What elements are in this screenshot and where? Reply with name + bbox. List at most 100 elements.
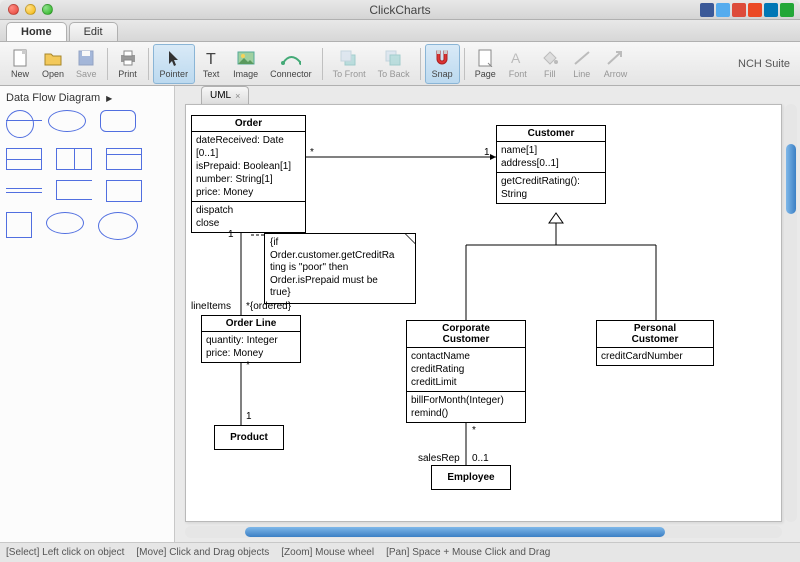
twitter-icon[interactable]	[716, 3, 730, 17]
fill-label: Fill	[544, 69, 556, 79]
connector-button[interactable]: Connector	[264, 44, 318, 84]
uml-ops: getCreditRating(): String	[497, 172, 605, 203]
shape-hsplit[interactable]	[6, 148, 42, 170]
shape-rounded-rect[interactable]	[100, 110, 136, 132]
line-button[interactable]: Line	[566, 44, 598, 84]
tab-edit[interactable]: Edit	[69, 22, 118, 41]
uml-title: Order	[192, 116, 305, 131]
font-button[interactable]: A Font	[502, 44, 534, 84]
document-tab-label: UML	[210, 90, 231, 101]
new-icon	[10, 48, 30, 68]
uml-class-personal-customer[interactable]: Personal Customer creditCardNumber	[596, 320, 714, 366]
tofront-label: To Front	[333, 69, 366, 79]
new-button[interactable]: New	[4, 44, 36, 84]
text-button[interactable]: T Text	[195, 44, 227, 84]
image-label: Image	[233, 69, 258, 79]
snap-button[interactable]: Snap	[425, 44, 460, 84]
fill-icon	[540, 48, 560, 68]
horizontal-scrollbar[interactable]	[185, 526, 782, 538]
uml-title: Product	[215, 426, 283, 449]
uml-title: Personal Customer	[597, 321, 713, 347]
save-icon	[76, 48, 96, 68]
uml-note[interactable]: {if Order.customer.getCreditRa ting is "…	[264, 233, 416, 304]
font-label: Font	[509, 69, 527, 79]
uml-title: Corporate Customer	[407, 321, 525, 347]
print-button[interactable]: Print	[112, 44, 144, 84]
nch-suite-link[interactable]: NCH Suite	[738, 58, 796, 70]
shape-panel: Data Flow Diagram	[0, 86, 175, 542]
uml-title: Customer	[497, 126, 605, 141]
share-icon[interactable]	[780, 3, 794, 17]
image-button[interactable]: Image	[227, 44, 264, 84]
mult-label: *	[472, 425, 476, 436]
social-icons	[700, 3, 794, 17]
snap-label: Snap	[432, 69, 453, 79]
status-select: [Select] Left click on object	[6, 547, 124, 558]
arrow-icon	[605, 48, 625, 68]
toback-button[interactable]: To Back	[372, 44, 416, 84]
canvas[interactable]: Order dateReceived: Date [0..1] isPrepai…	[185, 104, 782, 522]
menu-tabs: Home Edit	[0, 20, 800, 42]
status-move: [Move] Click and Drag objects	[136, 547, 269, 558]
shape-line[interactable]	[6, 120, 42, 121]
uml-class-orderline[interactable]: Order Line quantity: Integer price: Mone…	[201, 315, 301, 363]
uml-class-order[interactable]: Order dateReceived: Date [0..1] isPrepai…	[191, 115, 306, 233]
pointer-icon	[164, 48, 184, 68]
googleplus-icon[interactable]	[732, 3, 746, 17]
toback-icon	[384, 48, 404, 68]
line-icon	[572, 48, 592, 68]
arrow-button[interactable]: Arrow	[598, 44, 634, 84]
print-label: Print	[118, 69, 137, 79]
print-icon	[118, 48, 138, 68]
text-label: Text	[203, 69, 220, 79]
fill-button[interactable]: Fill	[534, 44, 566, 84]
linkedin-icon[interactable]	[764, 3, 778, 17]
mult-label: *	[246, 360, 250, 371]
role-label: salesRep	[418, 453, 460, 464]
mult-label: 1	[246, 411, 252, 422]
shape-ellipse2[interactable]	[46, 212, 84, 234]
stumbleupon-icon[interactable]	[748, 3, 762, 17]
save-button[interactable]: Save	[70, 44, 103, 84]
uml-class-product[interactable]: Product	[214, 425, 284, 450]
uml-class-customer[interactable]: Customer name[1] address[0..1] getCredit…	[496, 125, 606, 204]
vertical-scrollbar[interactable]	[785, 104, 797, 522]
page-button[interactable]: Page	[469, 44, 502, 84]
tofront-button[interactable]: To Front	[327, 44, 372, 84]
svg-text:A: A	[511, 50, 521, 66]
uml-class-employee[interactable]: Employee	[431, 465, 511, 490]
page-icon	[475, 48, 495, 68]
shape-double-line[interactable]	[6, 188, 42, 193]
uml-title: Employee	[432, 466, 510, 489]
pointer-button[interactable]: Pointer	[153, 44, 196, 84]
snap-icon	[432, 48, 452, 68]
shape-big-ellipse[interactable]	[98, 212, 138, 240]
shape-topbar[interactable]	[106, 148, 142, 170]
workspace: Data Flow Diagram UML ×	[0, 86, 800, 542]
shape-ellipse[interactable]	[48, 110, 86, 132]
shape-panel-header[interactable]: Data Flow Diagram	[6, 92, 168, 104]
line-label: Line	[573, 69, 590, 79]
text-icon: T	[201, 48, 221, 68]
shape-rect[interactable]	[106, 180, 142, 202]
document-tab[interactable]: UML ×	[201, 86, 249, 104]
shape-circle[interactable]	[6, 110, 34, 138]
shape-vsplit[interactable]	[56, 148, 92, 170]
connector-icon	[281, 48, 301, 68]
status-zoom: [Zoom] Mouse wheel	[281, 547, 374, 558]
horizontal-scroll-thumb[interactable]	[245, 527, 665, 537]
close-tab-icon[interactable]: ×	[235, 91, 240, 101]
tab-home[interactable]: Home	[6, 22, 67, 41]
window-title: ClickCharts	[0, 3, 800, 17]
open-button[interactable]: Open	[36, 44, 70, 84]
save-label: Save	[76, 69, 97, 79]
uml-class-corporate-customer[interactable]: Corporate Customer contactName creditRat…	[406, 320, 526, 423]
uml-attrs: name[1] address[0..1]	[497, 141, 605, 172]
shape-square[interactable]	[6, 212, 32, 238]
shape-bracket[interactable]	[56, 180, 92, 200]
svg-text:T: T	[206, 51, 216, 67]
pointer-label: Pointer	[160, 69, 189, 79]
facebook-icon[interactable]	[700, 3, 714, 17]
vertical-scroll-thumb[interactable]	[786, 144, 796, 214]
uml-attrs: quantity: Integer price: Money	[202, 331, 300, 362]
